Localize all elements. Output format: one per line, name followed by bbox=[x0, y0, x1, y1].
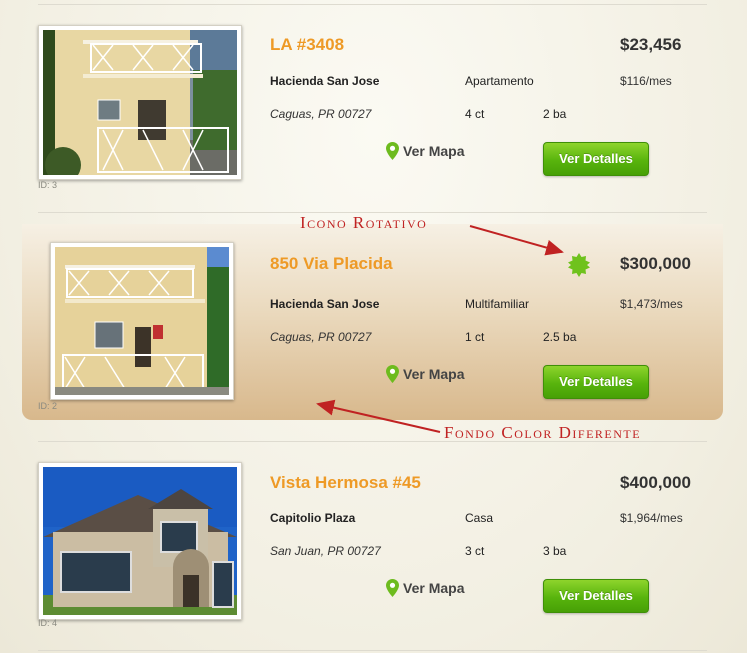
arrow-to-featured-background bbox=[316, 399, 441, 433]
annotation-arrows bbox=[316, 225, 564, 433]
arrow-to-rotating-icon bbox=[469, 225, 564, 256]
